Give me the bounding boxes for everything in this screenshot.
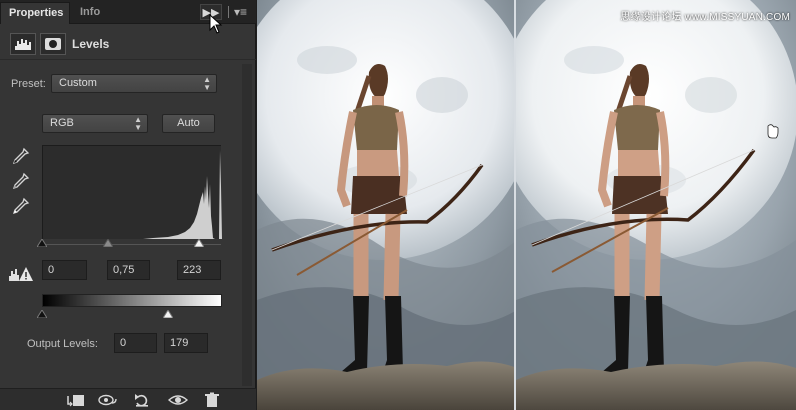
output-white-thumb[interactable] [162, 310, 173, 318]
panel-title: Levels [72, 37, 110, 51]
mouse-pointer-icon [209, 14, 223, 34]
input-white-field[interactable]: 223 [177, 260, 221, 280]
gray-point-eyedropper-icon[interactable] [12, 172, 30, 190]
dropdown-arrows-icon: ▲ ▼ [134, 115, 142, 132]
channel-value: RGB [50, 117, 74, 129]
channel-dropdown[interactable]: RGB ▲ ▼ [42, 114, 148, 133]
tab-separator [228, 6, 229, 18]
output-black-field[interactable]: 0 [114, 333, 157, 353]
before-image [257, 0, 517, 410]
delete-icon[interactable] [202, 392, 222, 408]
input-white-thumb[interactable] [193, 239, 204, 247]
input-black-thumb[interactable] [37, 239, 47, 247]
auto-button[interactable]: Auto [162, 114, 215, 133]
panel-menu-icon[interactable]: ▾≡ [234, 3, 254, 21]
levels-histogram [42, 145, 222, 239]
tab-properties[interactable]: Properties [0, 2, 70, 24]
output-white-field[interactable]: 179 [164, 333, 208, 353]
dropdown-arrows-icon: ▲ ▼ [203, 75, 211, 92]
input-midtone-thumb[interactable] [103, 239, 114, 247]
input-black-field[interactable]: 0 [42, 260, 87, 280]
output-gradient-bar [42, 294, 222, 307]
clip-to-layer-icon[interactable] [66, 392, 86, 408]
panel-footer [0, 388, 256, 410]
after-image: 思缘设计论坛 www.MISSYUAN.COM [516, 0, 796, 410]
toggle-visibility-icon[interactable] [168, 392, 188, 408]
view-previous-state-icon[interactable] [98, 392, 118, 408]
tab-info[interactable]: Info [72, 2, 108, 24]
properties-panel: Properties Info ▶▶ ▾≡ Levels Preset: Cus… [0, 0, 256, 410]
black-point-eyedropper-icon[interactable] [12, 147, 30, 165]
preset-value: Custom [59, 77, 97, 89]
white-point-eyedropper-icon[interactable] [12, 197, 30, 215]
levels-histogram-icon[interactable] [10, 33, 36, 55]
calculate-histogram-warning-icon[interactable] [8, 264, 34, 282]
preset-label: Preset: [11, 78, 46, 90]
output-black-thumb[interactable] [37, 310, 47, 318]
layer-mask-icon[interactable] [40, 33, 66, 55]
watermark-text: 思缘设计论坛 www.MISSYUAN.COM [620, 12, 790, 23]
input-midtone-field[interactable]: 0,75 [107, 260, 150, 280]
reset-icon[interactable] [132, 392, 152, 408]
panel-scrollbar[interactable] [242, 64, 252, 386]
preset-dropdown[interactable]: Custom ▲ ▼ [51, 74, 217, 93]
output-levels-label: Output Levels: [27, 338, 98, 350]
